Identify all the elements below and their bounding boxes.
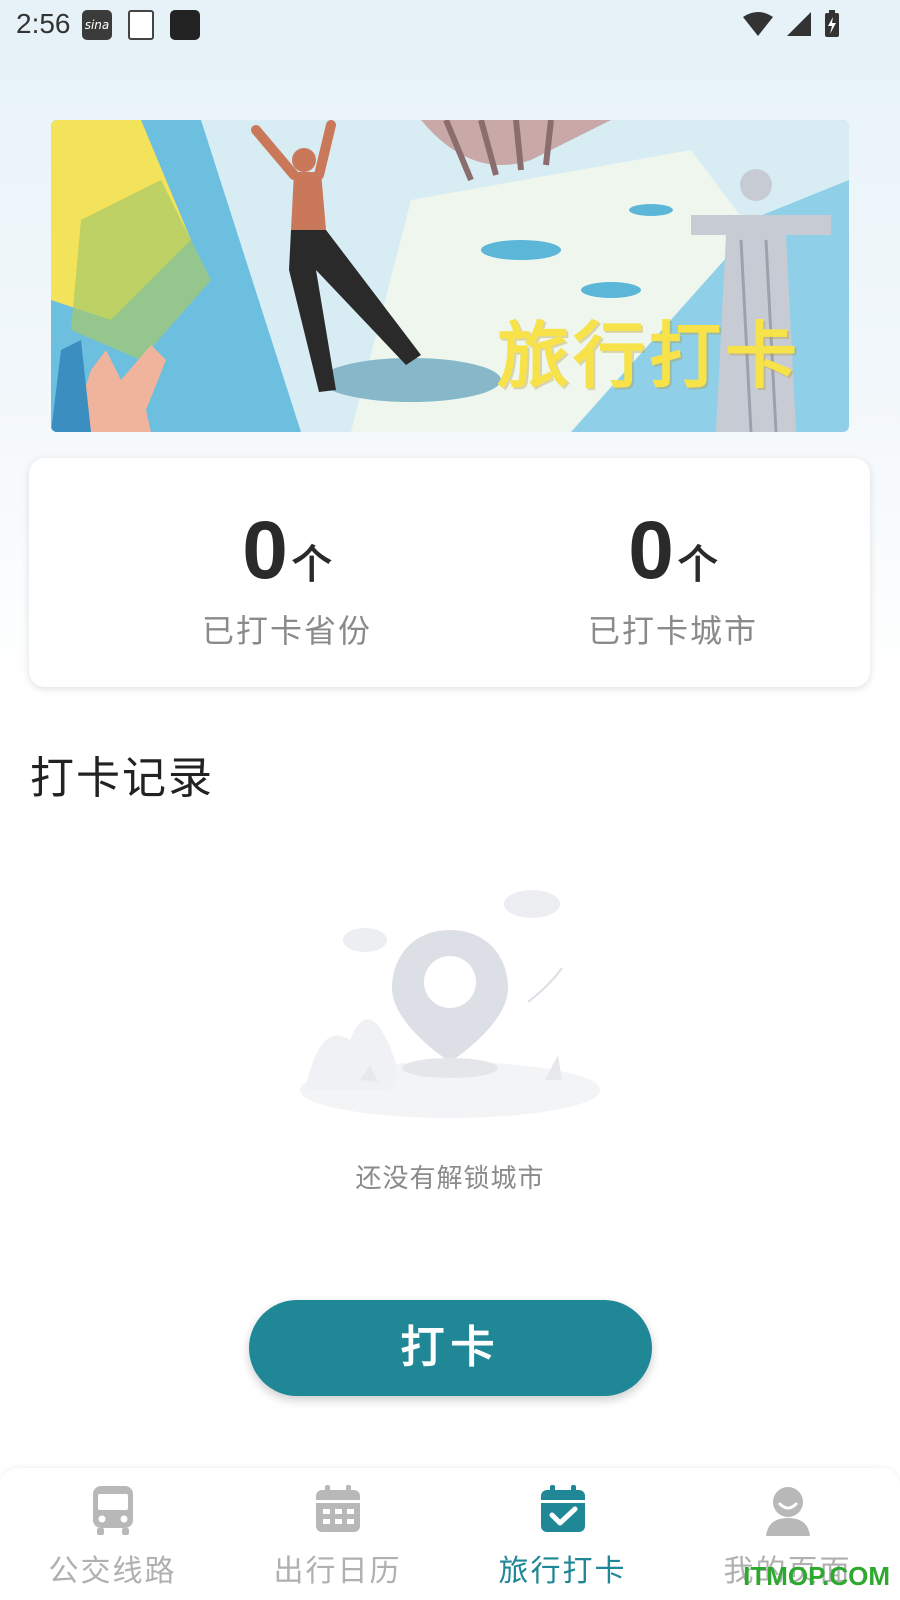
city-unit: 个 — [677, 542, 718, 588]
calendar-icon — [315, 1485, 360, 1532]
signal-icon — [787, 12, 811, 36]
status-time: 2:56 — [16, 8, 71, 39]
nav-label-travel-checkin: 旅行打卡 — [498, 1554, 627, 1589]
nav-item-travel-calendar[interactable]: 出行日历 — [225, 1482, 450, 1590]
travel-banner[interactable]: 旅行打卡 — [51, 120, 849, 432]
notebook-icon — [128, 10, 154, 40]
city-label: 已打卡城市 — [587, 612, 758, 650]
status-indicators — [742, 10, 840, 38]
nav-label-travel-calendar: 出行日历 — [273, 1554, 402, 1589]
province-unit: 个 — [291, 542, 332, 588]
nav-item-travel-checkin[interactable]: 旅行打卡 — [450, 1482, 675, 1590]
province-stat: 0个 已打卡省份 — [137, 506, 437, 652]
empty-state-text: 还没有解锁城市 — [355, 1164, 545, 1194]
stats-card: 0个 已打卡省份 0个 已打卡城市 — [29, 458, 870, 687]
records-title: 打卡记录 — [30, 753, 214, 804]
city-stat: 0个 已打卡城市 — [523, 506, 823, 652]
banner-title: 旅行打卡 — [496, 314, 801, 398]
sina-app-icon: sina — [82, 10, 112, 40]
watermark: ITMOP.COM — [743, 1561, 890, 1591]
checkin-button[interactable]: 打卡 — [249, 1300, 652, 1396]
calendar-check-icon — [540, 1485, 585, 1532]
nav-label-bus-routes: 公交线路 — [48, 1554, 177, 1589]
nav-item-bus-routes[interactable]: 公交线路 — [0, 1482, 225, 1590]
province-label: 已打卡省份 — [201, 612, 372, 650]
bus-icon — [92, 1486, 133, 1535]
city-count: 0 — [628, 505, 674, 596]
status-bar: 2:56 sina — [0, 0, 900, 50]
clock-widget-icon — [170, 10, 200, 40]
user-icon — [765, 1487, 810, 1536]
empty-location-illustration — [300, 890, 600, 1118]
province-count: 0 — [242, 505, 288, 596]
battery-icon — [825, 10, 839, 37]
wifi-icon — [743, 12, 773, 36]
